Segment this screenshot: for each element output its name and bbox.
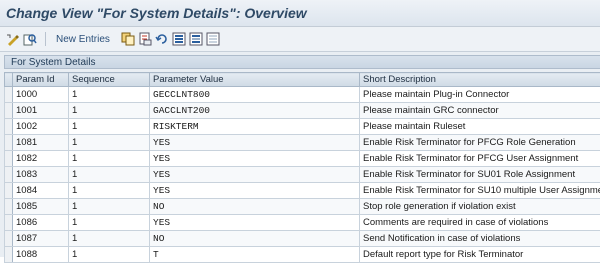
- sequence-cell[interactable]: 1: [69, 231, 150, 247]
- row-selector[interactable]: [5, 231, 13, 247]
- column-header-parameter-value[interactable]: Parameter Value: [150, 73, 360, 87]
- deselect-all-icon[interactable]: [206, 32, 220, 46]
- short-description-cell: Enable Risk Terminator for SU10 multiple…: [360, 183, 600, 199]
- param-id-cell[interactable]: 1087: [13, 231, 69, 247]
- row-selector[interactable]: [5, 215, 13, 231]
- content-area: For System Details Param Id Sequence Par…: [0, 52, 600, 257]
- parameter-value-cell[interactable]: GECCLNT800: [150, 87, 360, 103]
- parameter-value-cell[interactable]: GACCLNT200: [150, 103, 360, 119]
- short-description-cell: Default report type for Risk Terminator: [360, 247, 600, 263]
- param-id-cell[interactable]: 1002: [13, 119, 69, 135]
- column-header-param-id[interactable]: Param Id: [13, 73, 69, 87]
- table-row[interactable]: 1085 1 NO Stop role generation if violat…: [5, 199, 600, 215]
- sequence-cell[interactable]: 1: [69, 215, 150, 231]
- row-selector[interactable]: [5, 167, 13, 183]
- row-selector[interactable]: [5, 119, 13, 135]
- short-description-cell: Enable Risk Terminator for PFCG User Ass…: [360, 151, 600, 167]
- short-description-cell: Comments are required in case of violati…: [360, 215, 600, 231]
- parameter-value-cell[interactable]: YES: [150, 135, 360, 151]
- parameter-value-cell[interactable]: YES: [150, 167, 360, 183]
- table-row[interactable]: 1081 1 YES Enable Risk Terminator for PF…: [5, 135, 600, 151]
- delete-icon[interactable]: [138, 32, 152, 46]
- sequence-cell[interactable]: 1: [69, 183, 150, 199]
- parameter-value-cell[interactable]: T: [150, 247, 360, 263]
- copy-as-icon[interactable]: [121, 32, 135, 46]
- parameter-value-cell[interactable]: RISKTERM: [150, 119, 360, 135]
- table-row[interactable]: 1088 1 T Default report type for Risk Te…: [5, 247, 600, 263]
- column-header-short-description[interactable]: Short Description: [360, 73, 600, 87]
- row-selector[interactable]: [5, 199, 13, 215]
- short-description-cell: Enable Risk Terminator for PFCG Role Gen…: [360, 135, 600, 151]
- param-id-cell[interactable]: 1086: [13, 215, 69, 231]
- toolbar-separator: [45, 32, 46, 46]
- sequence-cell[interactable]: 1: [69, 87, 150, 103]
- other-entry-icon[interactable]: [23, 32, 37, 46]
- table-row[interactable]: 1002 1 RISKTERM Please maintain Ruleset: [5, 119, 600, 135]
- parameter-value-cell[interactable]: NO: [150, 199, 360, 215]
- table-row[interactable]: 1000 1 GECCLNT800 Please maintain Plug-i…: [5, 87, 600, 103]
- param-id-cell[interactable]: 1083: [13, 167, 69, 183]
- sequence-cell[interactable]: 1: [69, 167, 150, 183]
- param-id-cell[interactable]: 1088: [13, 247, 69, 263]
- application-toolbar: New Entries: [0, 27, 600, 52]
- param-id-cell[interactable]: 1082: [13, 151, 69, 167]
- select-block-icon[interactable]: [189, 32, 203, 46]
- panel-title: For System Details: [4, 55, 600, 69]
- short-description-cell: Stop role generation if violation exist: [360, 199, 600, 215]
- table-row[interactable]: 1087 1 NO Send Notification in case of v…: [5, 231, 600, 247]
- select-all-column[interactable]: [5, 73, 13, 87]
- parameter-value-cell[interactable]: YES: [150, 151, 360, 167]
- row-selector[interactable]: [5, 135, 13, 151]
- display-change-icon[interactable]: [6, 32, 20, 46]
- short-description-cell: Send Notification in case of violations: [360, 231, 600, 247]
- sequence-cell[interactable]: 1: [69, 103, 150, 119]
- row-selector[interactable]: [5, 103, 13, 119]
- table-row[interactable]: 1086 1 YES Comments are required in case…: [5, 215, 600, 231]
- sequence-cell[interactable]: 1: [69, 135, 150, 151]
- param-id-cell[interactable]: 1001: [13, 103, 69, 119]
- table-row[interactable]: 1001 1 GACCLNT200 Please maintain GRC co…: [5, 103, 600, 119]
- sequence-cell[interactable]: 1: [69, 151, 150, 167]
- parameter-value-cell[interactable]: YES: [150, 215, 360, 231]
- new-entries-button[interactable]: New Entries: [56, 34, 110, 45]
- parameter-value-cell[interactable]: NO: [150, 231, 360, 247]
- row-selector[interactable]: [5, 183, 13, 199]
- undo-change-icon[interactable]: [155, 32, 169, 46]
- row-selector[interactable]: [5, 247, 13, 263]
- parameter-value-cell[interactable]: YES: [150, 183, 360, 199]
- page-title: Change View "For System Details": Overvi…: [6, 5, 307, 21]
- param-id-cell[interactable]: 1000: [13, 87, 69, 103]
- table-row[interactable]: 1083 1 YES Enable Risk Terminator for SU…: [5, 167, 600, 183]
- short-description-cell: Please maintain Ruleset: [360, 119, 600, 135]
- details-table: Param Id Sequence Parameter Value Short …: [4, 72, 600, 263]
- table-header-row: Param Id Sequence Parameter Value Short …: [5, 73, 600, 87]
- sequence-cell[interactable]: 1: [69, 199, 150, 215]
- short-description-cell: Please maintain Plug-in Connector: [360, 87, 600, 103]
- param-id-cell[interactable]: 1084: [13, 183, 69, 199]
- sequence-cell[interactable]: 1: [69, 119, 150, 135]
- param-id-cell[interactable]: 1085: [13, 199, 69, 215]
- row-selector[interactable]: [5, 87, 13, 103]
- short-description-cell: Please maintain GRC connector: [360, 103, 600, 119]
- table-row[interactable]: 1082 1 YES Enable Risk Terminator for PF…: [5, 151, 600, 167]
- select-all-icon[interactable]: [172, 32, 186, 46]
- title-bar: Change View "For System Details": Overvi…: [0, 0, 600, 27]
- param-id-cell[interactable]: 1081: [13, 135, 69, 151]
- sequence-cell[interactable]: 1: [69, 247, 150, 263]
- table-row[interactable]: 1084 1 YES Enable Risk Terminator for SU…: [5, 183, 600, 199]
- column-header-sequence[interactable]: Sequence: [69, 73, 150, 87]
- row-selector[interactable]: [5, 151, 13, 167]
- short-description-cell: Enable Risk Terminator for SU01 Role Ass…: [360, 167, 600, 183]
